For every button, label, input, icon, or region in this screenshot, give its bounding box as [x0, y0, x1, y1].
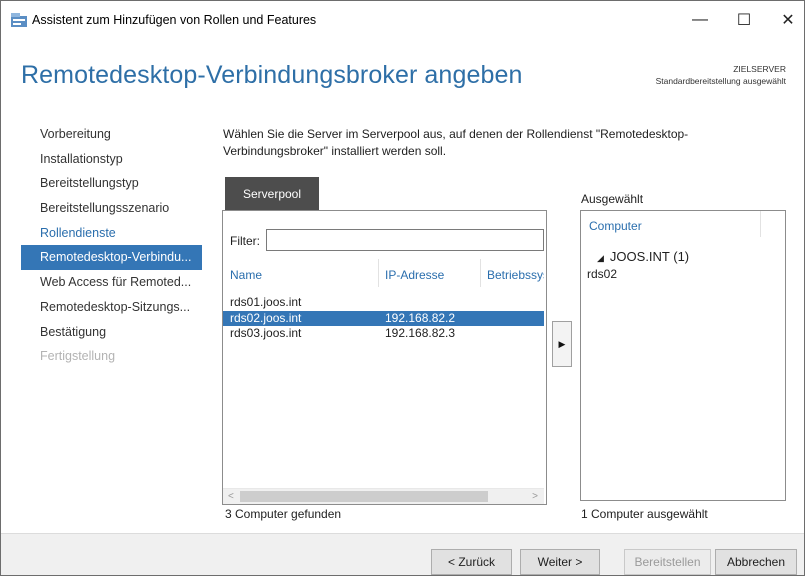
wizard-navigation: Vorbereitung Installationstyp Bereitstellu…: [21, 122, 202, 369]
minimize-button[interactable]: —: [681, 7, 719, 33]
title-bar: Assistent zum Hinzufügen von Rollen und …: [1, 1, 804, 41]
filter-input[interactable]: [266, 229, 544, 251]
nav-item[interactable]: Bereitstellungstyp: [21, 171, 202, 196]
cell-ip: 192.168.82.3: [385, 326, 456, 340]
table-row[interactable]: rds01.joos.int: [223, 295, 544, 311]
group-label: JOOS.INT (1): [609, 249, 690, 264]
pool-status-text: 3 Computer gefunden: [225, 507, 342, 521]
column-header-computer[interactable]: Computer: [589, 219, 642, 233]
cell-name: rds02.joos.int: [230, 310, 302, 325]
nav-item[interactable]: Remotedesktop-Verbindu...: [21, 245, 202, 271]
selected-label: Ausgewählt: [581, 192, 644, 206]
horizontal-scrollbar[interactable]: < >: [223, 488, 544, 504]
add-to-selected-button[interactable]: ▶: [552, 321, 572, 367]
tab-serverpool[interactable]: Serverpool: [225, 177, 319, 211]
instruction-text: Wählen Sie die Server im Serverpool aus,…: [223, 127, 689, 158]
selected-item[interactable]: rds02: [587, 267, 617, 281]
target-server-label: ZIELSERVER: [733, 64, 786, 74]
collapse-triangle-icon[interactable]: ◢: [597, 253, 604, 263]
scroll-right-icon[interactable]: >: [532, 489, 538, 504]
server-list: rds01.joos.int rds02.joos.int 192.168.82.2…: [223, 295, 544, 342]
page-title: Remotedesktop-Verbindungsbroker angeben: [21, 61, 523, 89]
wizard-footer: < Zurück Weiter > Bereitstellen Abbreche…: [1, 533, 804, 575]
nav-item[interactable]: Installationstyp: [21, 147, 202, 172]
column-header-ip[interactable]: IP-Adresse: [385, 268, 444, 282]
next-button[interactable]: Weiter >: [520, 549, 600, 575]
nav-item[interactable]: Bestätigung: [21, 320, 202, 345]
column-separator[interactable]: [378, 259, 379, 287]
nav-item[interactable]: Vorbereitung: [21, 122, 202, 147]
target-server-value: Standardbereitstellung ausgewählt: [655, 76, 786, 86]
scroll-left-icon[interactable]: <: [228, 489, 234, 504]
filter-label: Filter:: [230, 234, 260, 248]
server-manager-icon: [11, 13, 27, 27]
close-button[interactable]: ✕: [769, 7, 804, 33]
column-header-os[interactable]: Betriebssystem: [487, 268, 544, 282]
cancel-button[interactable]: Abbrechen: [715, 549, 797, 575]
nav-item: Fertigstellung: [40, 349, 116, 364]
table-row[interactable]: rds03.joos.int 192.168.82.3: [223, 326, 544, 342]
selected-status-text: 1 Computer ausgewählt: [581, 507, 708, 521]
cell-ip: 192.168.82.2: [385, 310, 456, 325]
back-button[interactable]: < Zurück: [431, 549, 512, 575]
column-separator[interactable]: [480, 259, 481, 287]
nav-item[interactable]: Web Access für Remoted...: [21, 270, 202, 295]
window-title: Assistent zum Hinzufügen von Rollen und …: [32, 13, 317, 27]
column-separator[interactable]: [760, 211, 761, 237]
nav-item[interactable]: Remotedesktop-Sitzungs...: [21, 295, 202, 320]
selected-group[interactable]: ◢ JOOS.INT (1): [597, 249, 689, 264]
deploy-button[interactable]: Bereitstellen: [624, 549, 711, 575]
wizard-window: Assistent zum Hinzufügen von Rollen und …: [0, 0, 805, 576]
server-pool-panel: Filter: Name IP-Adresse Betriebssystem r…: [222, 210, 547, 505]
cell-name: rds01.joos.int: [230, 295, 302, 309]
column-header-name[interactable]: Name: [230, 268, 262, 282]
nav-item[interactable]: Rollendienste: [21, 221, 202, 246]
cell-name: rds03.joos.int: [230, 326, 302, 340]
scrollbar-thumb[interactable]: [240, 491, 488, 502]
table-row[interactable]: rds02.joos.int 192.168.82.2: [223, 310, 544, 326]
maximize-button[interactable]: ☐: [725, 7, 763, 33]
target-server-info: ZIELSERVER Standardbereitstellung ausgew…: [656, 63, 786, 87]
selected-panel: Computer ◢ JOOS.INT (1) rds02: [580, 210, 786, 501]
nav-item[interactable]: Bereitstellungsszenario: [21, 196, 202, 221]
arrow-right-icon: ▶: [558, 338, 566, 349]
